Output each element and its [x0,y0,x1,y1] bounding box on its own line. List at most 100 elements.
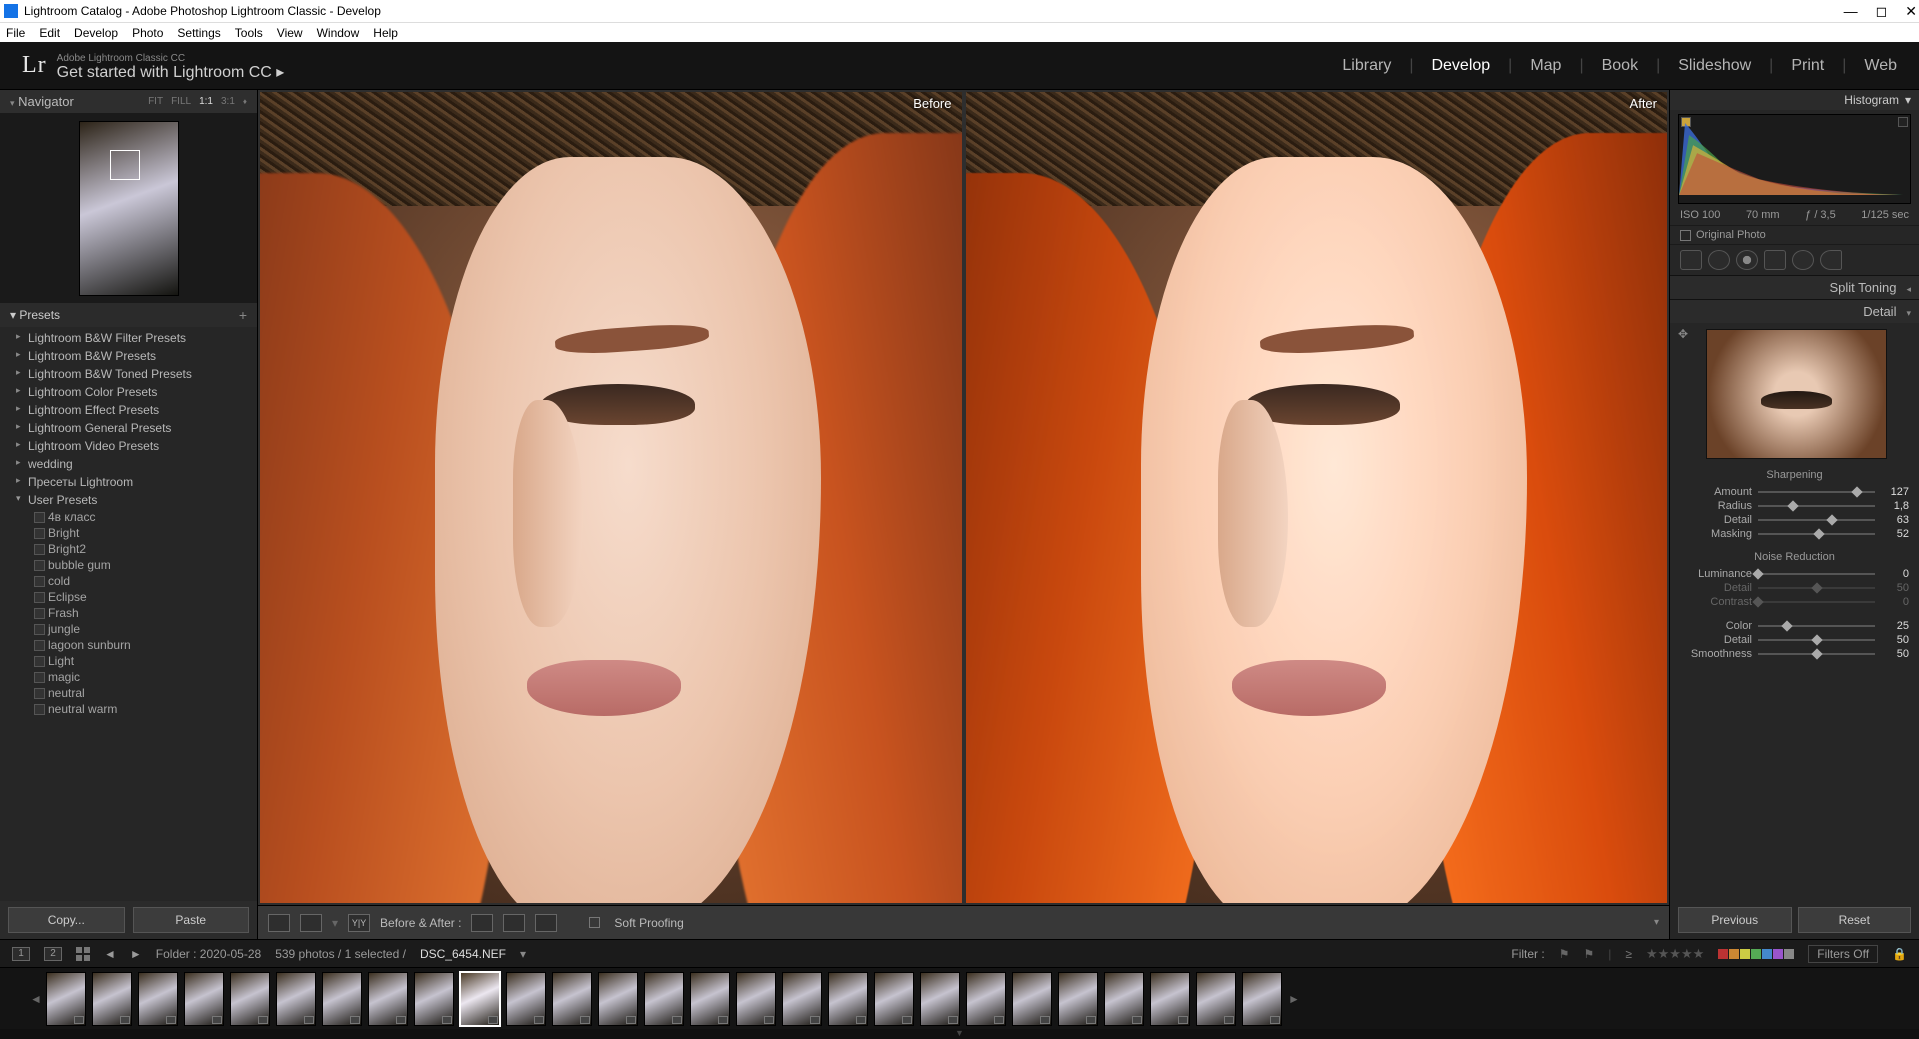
maximize-icon[interactable]: ◻ [1876,3,1888,20]
close-icon[interactable]: ✕ [1905,3,1917,20]
module-library[interactable]: Library [1342,57,1391,75]
before-image[interactable]: Before [260,92,962,903]
filmstrip-thumb[interactable] [736,972,776,1026]
copy-after-icon[interactable] [503,914,525,932]
preset-item[interactable]: lagoon sunburn [0,637,257,653]
navigator-viewport[interactable] [110,150,140,180]
sharpening-amount-slider[interactable]: Amount127 [1670,485,1919,499]
filmstrip-thumb[interactable] [368,972,408,1026]
filmstrip-thumb[interactable] [322,972,362,1026]
preset-folder[interactable]: User Presets [0,491,257,509]
preset-item[interactable]: neutral warm [0,701,257,717]
module-map[interactable]: Map [1530,57,1561,75]
preset-folder[interactable]: Lightroom Color Presets [0,383,257,401]
detail-target-icon[interactable]: ✥ [1670,323,1688,341]
preset-item[interactable]: Frash [0,605,257,621]
menu-develop[interactable]: Develop [74,26,118,40]
toolbar-more-icon[interactable]: ▾ [1654,917,1659,928]
detail-preview[interactable] [1706,329,1887,459]
filmstrip-thumb[interactable] [1196,972,1236,1026]
zoom-FILL[interactable]: FILL [171,96,191,107]
filmstrip-thumb[interactable] [138,972,178,1026]
preset-folder[interactable]: Lightroom General Presets [0,419,257,437]
filmstrip-thumb[interactable] [920,972,960,1026]
filmstrip-thumb[interactable] [230,972,270,1026]
after-image[interactable]: After [966,92,1668,903]
preset-folder[interactable]: Lightroom Video Presets [0,437,257,455]
presets-panel-header[interactable]: ▾ Presets + [0,303,257,327]
sharpening-masking-slider[interactable]: Masking52 [1670,527,1919,541]
module-web[interactable]: Web [1864,57,1897,75]
second-window-button[interactable]: 2 [44,947,62,961]
module-book[interactable]: Book [1602,57,1638,75]
preset-folder[interactable]: Lightroom B&W Presets [0,347,257,365]
module-slideshow[interactable]: Slideshow [1678,57,1751,75]
panel-collapse-icon[interactable]: ▼ [0,1029,1919,1039]
crop-tool-icon[interactable] [1680,250,1702,270]
module-print[interactable]: Print [1791,57,1824,75]
main-window-button[interactable]: 1 [12,947,30,961]
filmstrip-thumb[interactable] [506,972,546,1026]
filmstrip-thumb[interactable] [1150,972,1190,1026]
menu-tools[interactable]: Tools [235,26,263,40]
filmstrip-left-icon[interactable]: ◄ [30,992,40,1006]
filter-lock-icon[interactable]: 🔒 [1892,947,1907,961]
filmstrip-thumb[interactable] [460,972,500,1026]
preset-item[interactable]: Light [0,653,257,669]
loupe-view-icon[interactable] [268,914,290,932]
split-toning-panel-header[interactable]: Split Toning [1670,275,1919,299]
menu-window[interactable]: Window [317,26,360,40]
filmstrip-thumb[interactable] [1012,972,1052,1026]
gradient-tool-icon[interactable] [1764,250,1786,270]
filmstrip-thumb[interactable] [1058,972,1098,1026]
preset-item[interactable]: bubble gum [0,557,257,573]
preset-item[interactable]: cold [0,573,257,589]
navigator-panel-header[interactable]: ▾ Navigator FITFILL1:13:1♦ [0,90,257,113]
sharpening-radius-slider[interactable]: Radius1,8 [1670,499,1919,513]
menu-view[interactable]: View [277,26,303,40]
menu-help[interactable]: Help [373,26,398,40]
filmstrip-thumb[interactable] [92,972,132,1026]
filmstrip-thumb[interactable] [782,972,822,1026]
original-photo-checkbox[interactable] [1680,230,1691,241]
preset-folder[interactable]: Пресеты Lightroom [0,473,257,491]
filmstrip-thumb[interactable] [690,972,730,1026]
add-preset-icon[interactable]: + [239,307,247,323]
rating-filter[interactable]: ★★★★★ [1646,946,1704,962]
previous-button[interactable]: Previous [1678,907,1792,933]
module-develop[interactable]: Develop [1431,57,1490,75]
spot-tool-icon[interactable] [1708,250,1730,270]
brand-big[interactable]: Get started with Lightroom CC ▸ [57,66,285,80]
filmstrip-thumb[interactable] [276,972,316,1026]
menu-file[interactable]: File [6,26,25,40]
preset-folder[interactable]: wedding [0,455,257,473]
before-after-lr-icon[interactable] [300,914,322,932]
copy-button[interactable]: Copy... [8,907,125,933]
preset-folder[interactable]: Lightroom Effect Presets [0,401,257,419]
menu-photo[interactable]: Photo [132,26,163,40]
noise-detail-slider[interactable]: Detail50 [1670,633,1919,647]
preset-item[interactable]: Bright2 [0,541,257,557]
flag-filter-icon[interactable]: ⚑ [1559,947,1570,961]
reject-filter-icon[interactable]: ⚑ [1583,947,1594,961]
swap-icon[interactable] [471,914,493,932]
filmstrip-thumb[interactable] [414,972,454,1026]
filmstrip-thumb[interactable] [1242,972,1282,1026]
preset-folder[interactable]: Lightroom B&W Filter Presets [0,329,257,347]
preset-item[interactable]: Bright [0,525,257,541]
filmstrip-right-icon[interactable]: ► [1288,992,1298,1006]
folder-breadcrumb[interactable]: Folder : 2020-05-28 [156,947,261,961]
filmstrip-thumb[interactable] [966,972,1006,1026]
menu-edit[interactable]: Edit [39,26,60,40]
preset-item[interactable]: jungle [0,621,257,637]
histogram[interactable] [1678,114,1911,204]
radial-tool-icon[interactable] [1792,250,1814,270]
preset-item[interactable]: 4в класс [0,509,257,525]
noise-luminance-slider[interactable]: Luminance0 [1670,567,1919,581]
filmstrip-thumb[interactable] [598,972,638,1026]
menu-settings[interactable]: Settings [177,26,220,40]
noise-color-slider[interactable]: Color25 [1670,619,1919,633]
zoom-3-1[interactable]: 3:1 [221,96,235,107]
preset-item[interactable]: Eclipse [0,589,257,605]
filmstrip-thumb[interactable] [644,972,684,1026]
